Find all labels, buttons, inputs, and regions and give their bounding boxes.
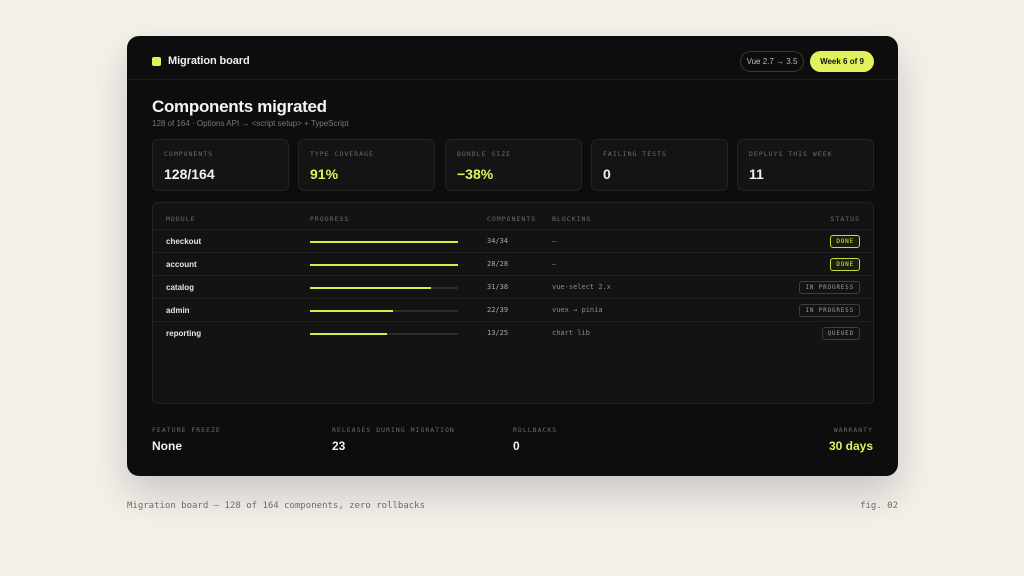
progress-fill — [310, 287, 432, 289]
kpi-value: −38% — [457, 166, 494, 182]
progress-fill — [310, 333, 387, 335]
module-name: reporting — [166, 329, 202, 338]
component-count: 28/28 — [487, 260, 509, 268]
kpi-label: TYPE COVERAGE — [310, 150, 374, 158]
column-header-status: STATUS — [830, 215, 860, 223]
progress-bar — [310, 264, 458, 266]
progress-bar — [310, 333, 458, 335]
progress-bar — [310, 241, 458, 243]
status-badge: DONE — [830, 235, 860, 248]
blocking-item: vuex → pinia — [552, 306, 603, 314]
footer-label-releases: RELEASES DURING MIGRATION — [332, 426, 455, 434]
footer-value-releases: 23 — [332, 439, 346, 453]
figure-caption: Migration board — 128 of 164 components,… — [127, 501, 426, 511]
column-header-progress: PROGRESS — [310, 215, 350, 223]
footer-value-rollbacks: 0 — [513, 439, 520, 453]
module-table: MODULE PROGRESS COMPONENTS BLOCKING STAT… — [152, 202, 874, 404]
board-title: Migration board — [168, 55, 250, 67]
column-header-module: MODULE — [166, 215, 196, 223]
component-count: 31/38 — [487, 283, 509, 291]
kpi-label: BUNDLE SIZE — [457, 150, 512, 158]
kpi-value: 128/164 — [164, 166, 215, 182]
blocking-item: — — [552, 260, 557, 268]
kpi-label: COMPONENTS — [164, 150, 214, 158]
status-badge: QUEUED — [821, 327, 860, 340]
kpi-label: FAILING TESTS — [603, 150, 667, 158]
brand-square-icon — [152, 56, 161, 66]
board-brand: Migration board — [152, 55, 250, 67]
blocking-item: vue-select 2.x — [552, 283, 612, 291]
blocking-item: — — [552, 237, 557, 245]
module-name: admin — [166, 306, 190, 315]
kpi-bundle-size: BUNDLE SIZE −38% — [445, 139, 582, 191]
table-row[interactable]: admin 22/39 vuex → pinia IN PROGRESS — [153, 298, 873, 321]
status-badge: IN PROGRESS — [799, 304, 860, 317]
blocking-item: chart lib — [552, 329, 590, 337]
table-row[interactable]: checkout 34/34 — DONE — [153, 229, 873, 252]
kpi-value: 11 — [749, 166, 764, 182]
module-name: catalog — [166, 283, 195, 292]
footer-label-warranty: WARRANTY — [833, 426, 873, 434]
progress-fill — [310, 310, 393, 312]
module-name: checkout — [166, 237, 202, 246]
page-subtitle: 128 of 164 · Options API → <script setup… — [152, 119, 349, 128]
footer-label-feature-freeze: FEATURE FREEZE — [152, 426, 221, 434]
migration-board-card: Migration board Vue 2.7 → 3.5 Week 6 of … — [127, 36, 898, 476]
footer-value-warranty: 30 days — [828, 439, 873, 453]
status-badge: DONE — [830, 258, 860, 271]
kpi-deploys-this-week: DEPLOYS THIS WEEK 11 — [737, 139, 874, 191]
progress-fill — [310, 264, 458, 266]
progress-bar — [310, 310, 458, 312]
component-count: 13/25 — [487, 329, 509, 337]
table-row[interactable]: account 28/28 — DONE — [153, 252, 873, 275]
kpi-components: COMPONENTS 128/164 — [152, 139, 289, 191]
column-header-blocking: BLOCKING — [552, 215, 592, 223]
progress-bar — [310, 287, 458, 289]
figure-number: fig. 02 — [860, 501, 898, 511]
kpi-value: 91% — [310, 166, 339, 182]
table-row[interactable]: catalog 31/38 vue-select 2.x IN PROGRESS — [153, 275, 873, 298]
board-header: Migration board Vue 2.7 → 3.5 Week 6 of … — [127, 36, 898, 80]
page-title: Components migrated — [152, 97, 327, 116]
module-name: account — [166, 260, 197, 269]
kpi-label: DEPLOYS THIS WEEK — [749, 150, 833, 158]
component-count: 22/39 — [487, 306, 509, 314]
kpi-value: 0 — [603, 166, 611, 182]
column-header-components: COMPONENTS — [487, 215, 537, 223]
footer-label-rollbacks: ROLLBACKS — [513, 426, 558, 434]
week-pill[interactable]: Week 6 of 9 — [810, 51, 874, 72]
table-row[interactable]: reporting 13/25 chart lib QUEUED — [153, 321, 873, 344]
footer-value-feature-freeze: None — [152, 439, 182, 453]
kpi-failing-tests: FAILING TESTS 0 — [591, 139, 728, 191]
status-badge: IN PROGRESS — [799, 281, 860, 294]
progress-fill — [310, 241, 458, 243]
version-pill[interactable]: Vue 2.7 → 3.5 — [740, 51, 804, 72]
kpi-type-coverage: TYPE COVERAGE 91% — [298, 139, 435, 191]
component-count: 34/34 — [487, 237, 509, 245]
